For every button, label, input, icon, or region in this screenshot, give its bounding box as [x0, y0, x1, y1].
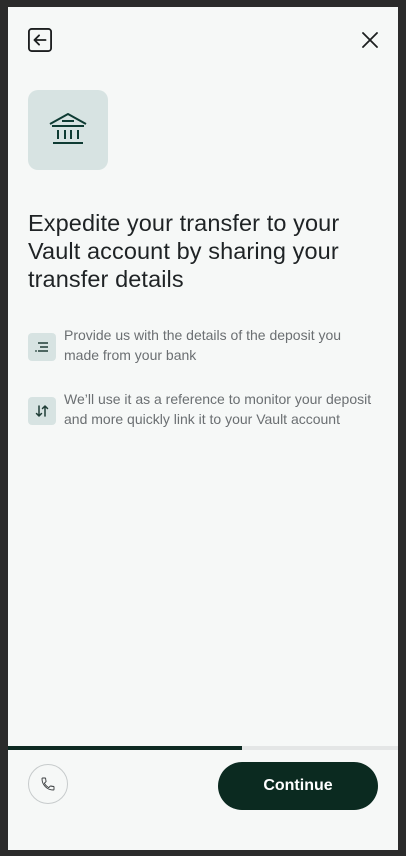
transfer-details-panel: Expedite your transfer to your Vault acc…: [8, 7, 398, 850]
step-icon-container: [28, 397, 56, 425]
hero-illustration: [28, 90, 108, 170]
info-step-deposit-details: Provide us with the details of the depos…: [28, 325, 378, 365]
close-button[interactable]: [360, 30, 380, 50]
info-step-reference: We’ll use it as a reference to monitor y…: [28, 389, 378, 429]
list-icon: [35, 342, 48, 352]
back-button[interactable]: [28, 28, 52, 52]
step-icon-container: [28, 333, 56, 361]
close-icon: [362, 32, 378, 48]
bank-icon: [49, 113, 87, 144]
continue-button[interactable]: Continue: [218, 762, 378, 810]
phone-icon: [41, 777, 55, 791]
step-text: We’ll use it as a reference to monitor y…: [64, 391, 372, 427]
arrow-left-icon: [28, 28, 52, 52]
call-support-button[interactable]: [28, 764, 68, 804]
step-text: Provide us with the details of the depos…: [64, 327, 342, 363]
swap-vertical-icon: [35, 405, 49, 417]
progress-bar-fill: [8, 746, 242, 750]
progress-bar: [8, 746, 398, 750]
page-title: Expedite your transfer to your Vault acc…: [28, 210, 340, 292]
